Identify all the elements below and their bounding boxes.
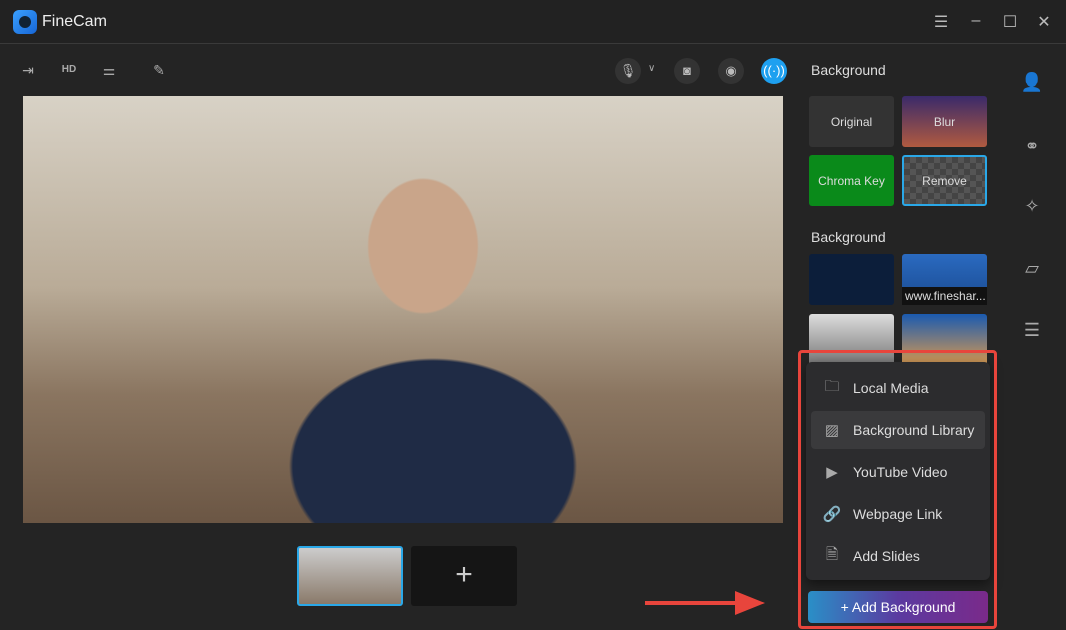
section-title: Background: [811, 229, 886, 245]
minimize-icon[interactable]: –: [966, 12, 986, 30]
adjust-icon[interactable]: ⚌: [97, 58, 121, 82]
mode-blur[interactable]: Blur: [902, 96, 987, 147]
mode-remove[interactable]: Remove: [902, 155, 987, 206]
mode-original[interactable]: Original: [809, 96, 894, 147]
menu-icon[interactable]: ☰: [931, 12, 951, 32]
background-item-slides[interactable]: [809, 254, 894, 305]
close-icon[interactable]: ✕: [1034, 12, 1054, 32]
item-label: www.fineshar...: [902, 287, 987, 305]
camera-icon[interactable]: ◙: [674, 58, 700, 84]
section-title: Background: [811, 62, 886, 78]
settings-sliders-icon[interactable]: ☰: [1020, 320, 1044, 344]
annotation-arrow: [645, 591, 765, 615]
record-icon[interactable]: ◉: [718, 58, 744, 84]
exit-icon[interactable]: ⇥: [16, 58, 40, 82]
scene-thumbnail[interactable]: [297, 546, 403, 606]
chevron-down-icon[interactable]: ∨: [648, 63, 655, 74]
hd-icon[interactable]: HD: [57, 58, 81, 82]
title-bar: [0, 0, 1066, 44]
magic-wand-icon[interactable]: ✧: [1020, 196, 1044, 220]
annotate-icon[interactable]: ✎: [147, 58, 171, 82]
maximize-icon[interactable]: ☐: [1000, 12, 1020, 32]
mic-icon[interactable]: 🎙: [615, 58, 641, 84]
filter-icon[interactable]: ⚭: [1020, 136, 1044, 160]
camera-preview: [23, 96, 783, 523]
app-title: FineCam: [42, 13, 107, 30]
mode-chroma-key[interactable]: Chroma Key: [809, 155, 894, 206]
app-logo: [13, 10, 37, 34]
broadcast-icon[interactable]: ((·)): [761, 58, 787, 84]
annotation-highlight-box: [798, 350, 997, 629]
person-icon[interactable]: 👤: [1020, 72, 1044, 96]
background-item-webpage[interactable]: www.fineshar...: [902, 254, 987, 305]
sticker-icon[interactable]: ▱: [1020, 258, 1044, 282]
add-scene-button[interactable]: +: [411, 546, 517, 606]
